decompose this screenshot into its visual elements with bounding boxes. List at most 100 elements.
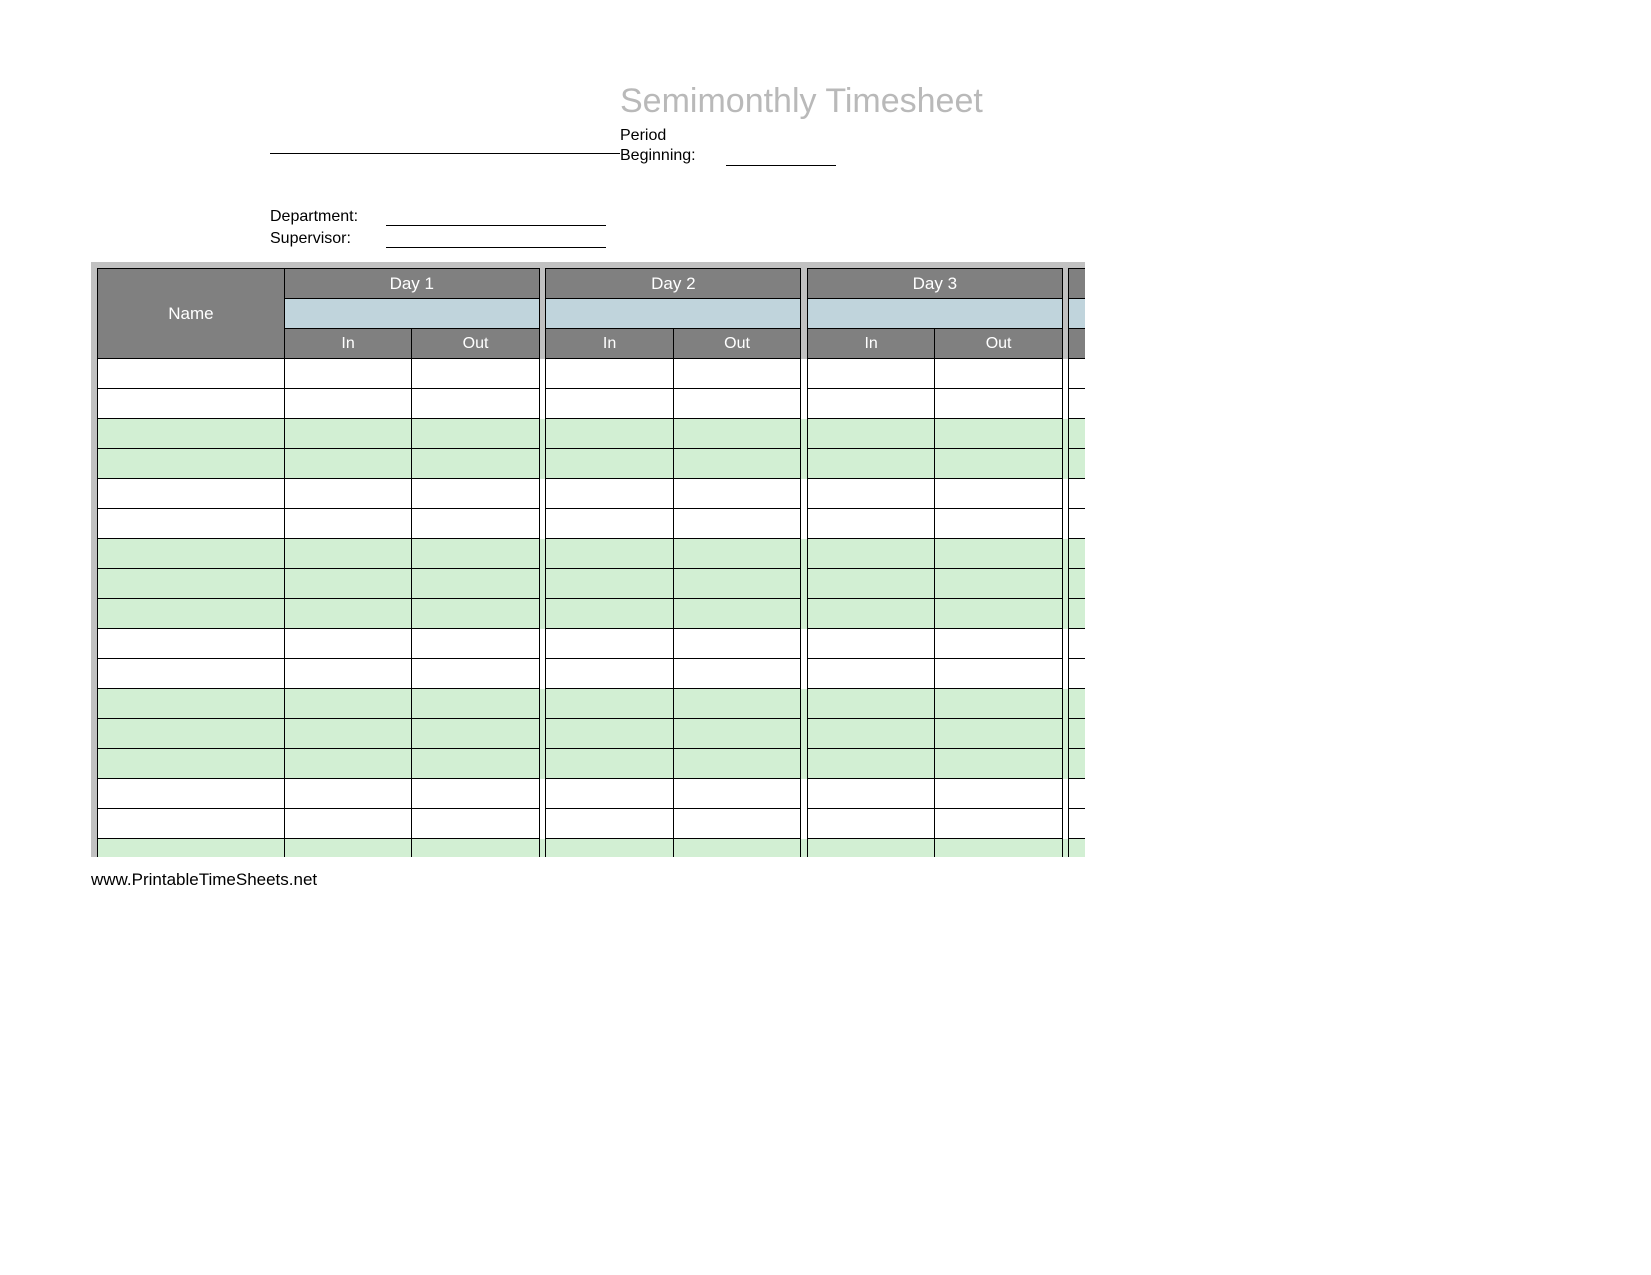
out-cell[interactable] [935,839,1062,858]
in-cell[interactable] [1069,569,1085,599]
in-cell[interactable] [807,809,934,839]
in-cell[interactable] [546,779,673,809]
out-cell[interactable] [412,539,539,569]
out-cell[interactable] [935,359,1062,389]
in-cell[interactable] [284,389,411,419]
in-cell[interactable] [546,509,673,539]
out-cell[interactable] [412,809,539,839]
in-cell[interactable] [284,809,411,839]
out-cell[interactable] [673,569,800,599]
out-cell[interactable] [673,389,800,419]
out-cell[interactable] [935,449,1062,479]
in-cell[interactable] [1069,809,1085,839]
out-cell[interactable] [673,779,800,809]
in-cell[interactable] [546,389,673,419]
out-cell[interactable] [935,389,1062,419]
out-cell[interactable] [935,779,1062,809]
in-cell[interactable] [546,689,673,719]
in-cell[interactable] [284,599,411,629]
in-cell[interactable] [284,629,411,659]
out-cell[interactable] [412,689,539,719]
name-cell[interactable] [98,569,285,599]
out-cell[interactable] [412,509,539,539]
name-cell[interactable] [98,629,285,659]
out-cell[interactable] [412,419,539,449]
name-cell[interactable] [98,419,285,449]
out-cell[interactable] [673,449,800,479]
out-cell[interactable] [935,539,1062,569]
in-cell[interactable] [546,659,673,689]
in-cell[interactable] [284,569,411,599]
out-cell[interactable] [673,419,800,449]
in-cell[interactable] [546,569,673,599]
in-cell[interactable] [284,509,411,539]
out-cell[interactable] [673,659,800,689]
out-cell[interactable] [935,659,1062,689]
in-cell[interactable] [807,659,934,689]
name-cell[interactable] [98,449,285,479]
out-cell[interactable] [935,809,1062,839]
in-cell[interactable] [1069,419,1085,449]
in-cell[interactable] [1069,509,1085,539]
in-cell[interactable] [284,419,411,449]
out-cell[interactable] [412,479,539,509]
out-cell[interactable] [673,689,800,719]
out-cell[interactable] [673,359,800,389]
name-cell[interactable] [98,779,285,809]
name-cell[interactable] [98,359,285,389]
out-cell[interactable] [935,509,1062,539]
in-cell[interactable] [1069,359,1085,389]
out-cell[interactable] [412,389,539,419]
in-cell[interactable] [1069,539,1085,569]
in-cell[interactable] [284,839,411,858]
in-cell[interactable] [284,719,411,749]
period-beginning-input-line[interactable] [726,148,836,166]
company-blank-line[interactable] [270,126,620,154]
in-cell[interactable] [1069,719,1085,749]
in-cell[interactable] [1069,839,1085,858]
in-cell[interactable] [807,389,934,419]
out-cell[interactable] [412,779,539,809]
out-cell[interactable] [412,719,539,749]
in-cell[interactable] [546,629,673,659]
in-cell[interactable] [546,809,673,839]
in-cell[interactable] [807,569,934,599]
out-cell[interactable] [935,719,1062,749]
out-cell[interactable] [412,749,539,779]
in-cell[interactable] [807,479,934,509]
supervisor-input-line[interactable] [386,230,606,248]
out-cell[interactable] [935,569,1062,599]
in-cell[interactable] [1069,779,1085,809]
in-cell[interactable] [807,599,934,629]
name-cell[interactable] [98,479,285,509]
in-cell[interactable] [1069,689,1085,719]
in-cell[interactable] [546,359,673,389]
in-cell[interactable] [546,539,673,569]
out-cell[interactable] [673,809,800,839]
in-cell[interactable] [807,359,934,389]
name-cell[interactable] [98,749,285,779]
in-cell[interactable] [546,719,673,749]
out-cell[interactable] [673,749,800,779]
in-cell[interactable] [807,449,934,479]
in-cell[interactable] [546,479,673,509]
in-cell[interactable] [1069,749,1085,779]
in-cell[interactable] [546,749,673,779]
in-cell[interactable] [546,419,673,449]
in-cell[interactable] [807,839,934,858]
in-cell[interactable] [807,749,934,779]
out-cell[interactable] [673,599,800,629]
in-cell[interactable] [807,629,934,659]
in-cell[interactable] [284,659,411,689]
in-cell[interactable] [284,779,411,809]
in-cell[interactable] [284,359,411,389]
in-cell[interactable] [546,839,673,858]
department-input-line[interactable] [386,208,606,226]
in-cell[interactable] [1069,389,1085,419]
in-cell[interactable] [807,509,934,539]
out-cell[interactable] [412,659,539,689]
name-cell[interactable] [98,599,285,629]
out-cell[interactable] [412,449,539,479]
name-cell[interactable] [98,539,285,569]
out-cell[interactable] [673,719,800,749]
